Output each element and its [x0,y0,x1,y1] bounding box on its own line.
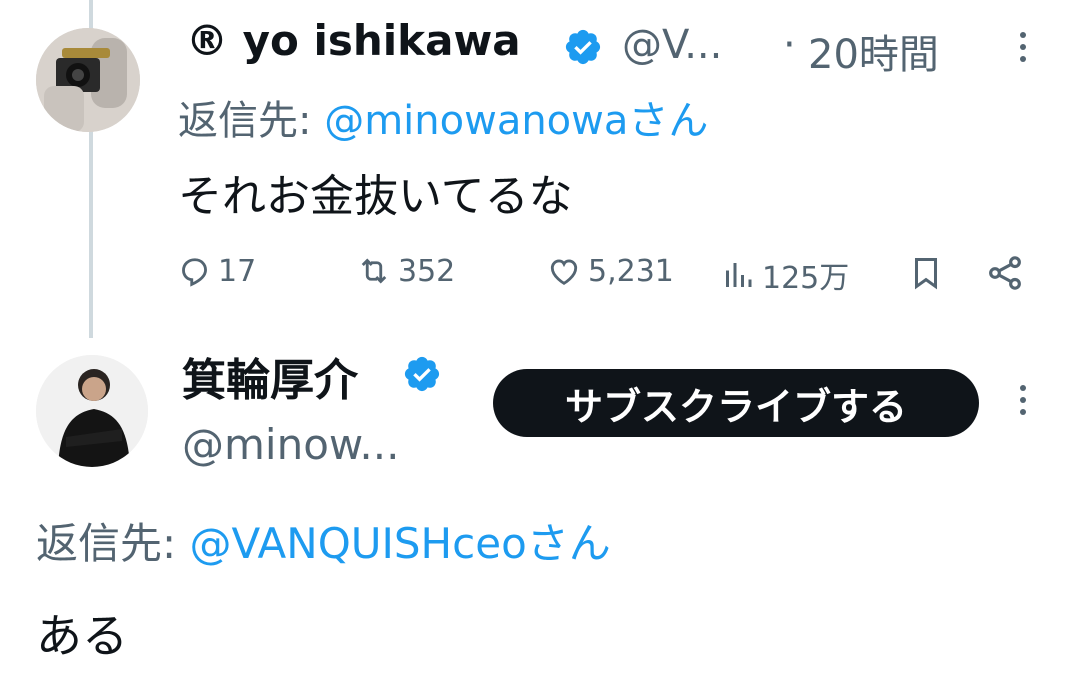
more-icon[interactable] [1017,32,1029,62]
repost-count: 352 [398,253,456,289]
display-name[interactable]: ® yo ishikawa [186,16,521,65]
reply-icon [182,258,207,287]
views-icon [726,263,752,287]
views-count: 125万 [762,261,850,296]
reply-prefix: 返信先: [178,98,312,144]
repost-icon [361,258,387,284]
reply-context: 返信先: @minowanowaさん [178,88,708,146]
verified-badge-icon[interactable] [563,27,603,67]
avatar[interactable] [36,28,140,132]
tweet-text: それお金抜いてるな [178,171,573,222]
avatar[interactable] [36,355,148,467]
like-count: 5,231 [588,253,674,289]
share-icon[interactable] [985,253,1025,293]
reply-to-link[interactable]: @minowanowaさん [324,98,708,144]
verified-badge-icon[interactable] [402,354,442,394]
avatar-photo-person [36,355,148,467]
reply-context: 返信先: @VANQUISHceoさん [36,510,611,571]
like-button[interactable]: 5,231 [546,253,674,289]
reply-prefix: 返信先: [36,519,177,568]
timestamp[interactable]: 20時間 [808,22,939,80]
tweet-text: ある [36,609,128,663]
like-icon [550,259,578,285]
user-handle[interactable]: @minow... [182,420,399,469]
repost-button[interactable]: 352 [356,253,455,289]
subscribe-button[interactable]: サブスクライブする [493,369,979,437]
display-name[interactable]: 箕輪厚介 [182,344,358,408]
dot-separator: · [783,22,796,68]
user-handle[interactable]: @V... [622,22,722,68]
avatar-photo-camera [36,28,140,132]
more-icon[interactable] [1017,385,1029,415]
views-button[interactable]: 125万 [720,253,849,297]
reply-button[interactable]: 17 [176,253,256,289]
reply-count: 17 [218,253,257,289]
reply-to-link[interactable]: @VANQUISHceoさん [190,519,611,568]
bookmark-icon[interactable] [907,253,945,293]
